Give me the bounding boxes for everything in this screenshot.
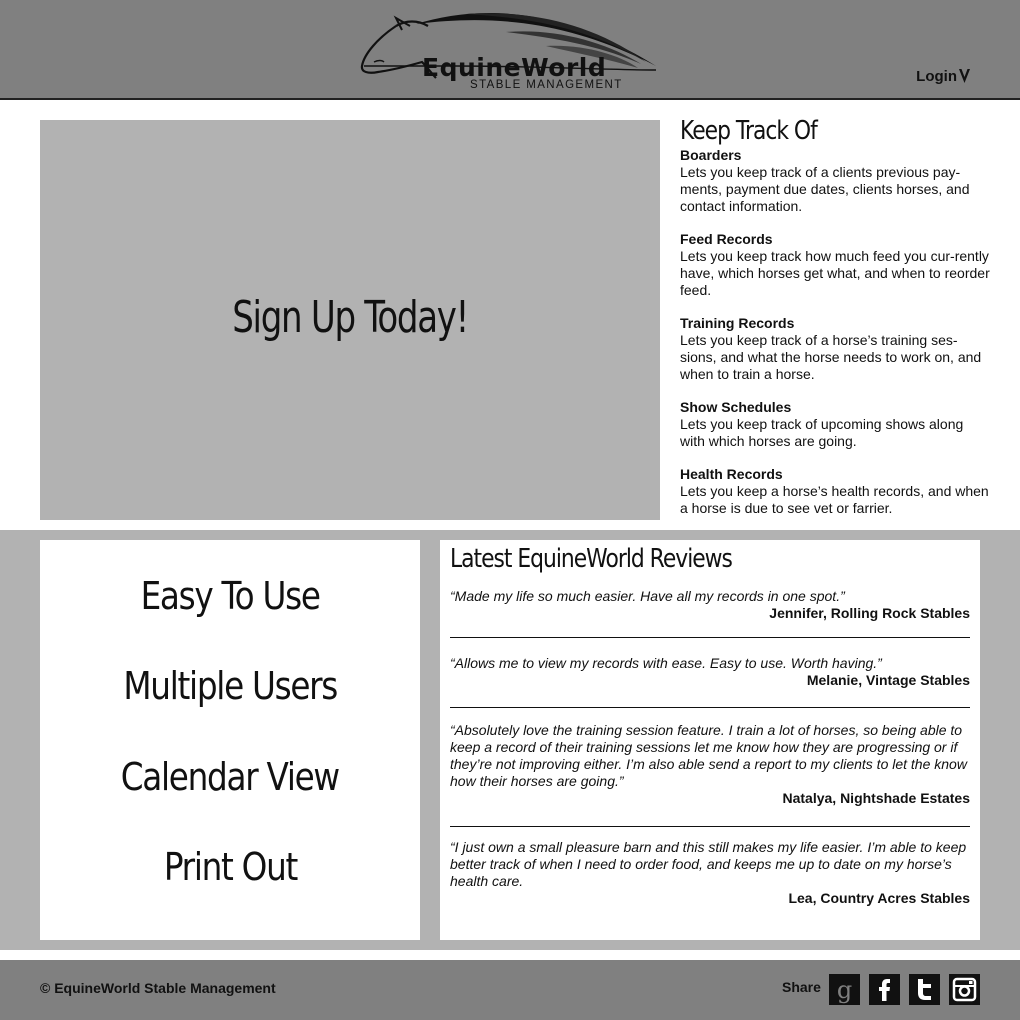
review-quote: “Allows me to view my records with ease.… [450, 655, 882, 671]
review-author: Lea, Country Acres Stables [788, 890, 970, 906]
copyright-text: © EquineWorld Stable Management [40, 980, 276, 996]
feature-description: Lets you keep track of a clients previou… [680, 164, 970, 214]
logo-name: EquineWorld [422, 53, 607, 82]
review-author: Natalya, Nightshade Estates [782, 790, 970, 806]
svg-text:g: g [837, 976, 852, 1004]
chevron-down-icon [959, 68, 970, 85]
keep-track-title: Keep Track Of [680, 116, 818, 146]
twitter-icon[interactable] [909, 974, 940, 1005]
site-footer: © EquineWorld Stable Management Share g [0, 960, 1020, 1020]
review-author: Melanie, Vintage Stables [806, 672, 970, 688]
feature-item: Show Schedules Lets you keep track of up… [680, 399, 990, 450]
review-divider [450, 637, 970, 638]
review-quote: “I just own a small pleasure barn and th… [450, 839, 967, 889]
reviews-panel: Latest EquineWorld Reviews “Made my life… [440, 540, 980, 940]
feature-description: Lets you keep track how much feed you cu… [680, 248, 990, 298]
sign-up-banner[interactable]: Sign Up Today! [40, 120, 660, 520]
feature-item: Boarders Lets you keep track of a client… [680, 147, 990, 215]
review-item: “Absolutely love the training session fe… [450, 722, 970, 807]
review-quote: “Absolutely love the training session fe… [450, 722, 967, 789]
google-icon[interactable]: g [829, 974, 860, 1005]
login-button[interactable]: Login [916, 68, 970, 85]
sign-up-label: Sign Up Today! [232, 291, 469, 343]
share-label: Share [782, 979, 821, 995]
login-label: Login [916, 68, 957, 85]
feature-item: Feed Records Lets you keep track how muc… [680, 231, 990, 299]
perk-print-out: Print Out [163, 845, 297, 889]
feature-description: Lets you keep a horse’s health records, … [680, 483, 989, 516]
perks-panel: Easy To Use Multiple Users Calendar View… [40, 540, 420, 940]
facebook-icon[interactable] [869, 974, 900, 1005]
review-item: “Allows me to view my records with ease.… [450, 655, 970, 689]
perk-calendar-view: Calendar View [120, 755, 340, 799]
instagram-icon[interactable] [949, 974, 980, 1005]
feature-description: Lets you keep track of upcoming shows al… [680, 416, 964, 449]
feature-item: Health Records Lets you keep a horse’s h… [680, 466, 990, 517]
review-item: “I just own a small pleasure barn and th… [450, 839, 970, 907]
feature-title: Boarders [680, 147, 742, 163]
review-item: “Made my life so much easier. Have all m… [450, 588, 970, 622]
reviews-title: Latest EquineWorld Reviews [450, 544, 733, 574]
perk-easy-to-use: Easy To Use [140, 574, 320, 618]
feature-title: Show Schedules [680, 399, 792, 415]
review-quote: “Made my life so much easier. Have all m… [450, 588, 845, 604]
perk-multiple-users: Multiple Users [123, 664, 338, 708]
feature-item: Training Records Lets you keep track of … [680, 315, 990, 383]
site-header: EquineWorld STABLE MANAGEMENT Login [0, 0, 1020, 100]
review-author: Jennifer, Rolling Rock Stables [769, 605, 970, 621]
feature-description: Lets you keep track of a horse’s trainin… [680, 332, 982, 382]
feature-title: Feed Records [680, 231, 773, 247]
feature-title: Health Records [680, 466, 783, 482]
equineworld-logo[interactable]: EquineWorld STABLE MANAGEMENT [356, 4, 666, 96]
review-divider [450, 707, 970, 708]
feature-title: Training Records [680, 315, 795, 331]
logo-subtitle: STABLE MANAGEMENT [470, 79, 623, 91]
keep-track-section: Keep Track Of Boarders Lets you keep tra… [680, 116, 990, 533]
review-divider [450, 826, 970, 827]
